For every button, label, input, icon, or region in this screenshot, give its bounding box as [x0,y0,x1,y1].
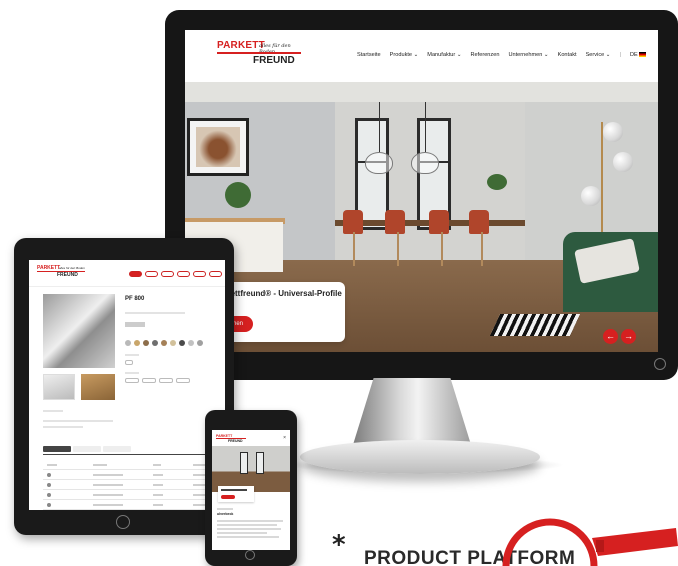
product-image[interactable] [43,294,115,368]
tablet-nav-item[interactable] [177,271,190,277]
tablet-device: PARKETT alles für den Boden FREUND PF 80… [14,238,234,535]
monitor-stand [352,378,472,448]
color-swatch[interactable] [197,340,203,346]
phone-screen: PARKETT FREUND × ulverbeck [212,430,290,550]
chevron-down-icon: ⌄ [456,52,462,58]
color-swatches [125,340,203,346]
tab-item[interactable] [103,446,131,452]
tablet-nav-item[interactable] [161,271,174,277]
color-swatch[interactable] [143,340,149,346]
table-row[interactable] [43,500,215,510]
size-option[interactable] [159,378,173,383]
product-thumbnail[interactable] [81,374,115,400]
slider-prev-button[interactable]: ← [603,329,618,344]
monitor-stand-base [300,440,540,474]
site-logo[interactable]: PARKETT alles für den Boden FREUND [217,40,301,72]
power-icon [654,358,666,370]
color-swatch[interactable] [170,340,176,346]
close-icon[interactable]: × [283,435,286,441]
product-title: PF 800 [125,296,145,302]
color-swatch[interactable] [134,340,140,346]
nav-item-produkte[interactable]: Produkte ⌄ [390,52,419,58]
table-row[interactable] [43,490,215,500]
phone-section-title: ulverbeck [217,512,234,516]
nav-separator: | [619,52,621,58]
nav-item-referenzen[interactable]: Referenzen [471,52,500,58]
home-button-icon [245,550,255,560]
tab-item[interactable] [43,446,71,452]
wall-picture-image [187,118,249,176]
language-switcher[interactable]: DE [630,52,647,58]
size-option[interactable] [125,378,139,383]
table-row[interactable] [43,480,215,490]
tablet-screen: PARKETT alles für den Boden FREUND PF 80… [29,260,225,510]
nav-item-unternehmen[interactable]: Unternehmen ⌄ [508,52,548,58]
hero-slider: rkettfreund® - Universal-Profile ansehen… [185,82,658,352]
main-nav: Startseite Produkte ⌄ Manufaktur ⌄ Refer… [357,52,647,58]
hero-title: rkettfreund® - Universal-Profile [223,289,342,298]
plant-image [225,182,251,208]
color-swatch[interactable] [161,340,167,346]
product-variants-table [43,460,215,510]
color-swatch[interactable] [152,340,158,346]
chevron-down-icon: ⌄ [605,52,611,58]
home-button-icon [116,515,130,529]
tablet-nav-item[interactable] [129,271,142,277]
chevron-down-icon: ⌄ [543,52,549,58]
german-flag-icon [639,52,647,58]
chevron-down-icon: ⌄ [413,52,419,58]
tablet-logo[interactable]: PARKETT alles für den Boden FREUND [37,265,85,281]
table-header-row [43,460,215,470]
monitor-screen: PARKETT alles für den Boden FREUND Start… [185,30,658,352]
magnifier-icon [502,518,678,566]
rug-image [489,314,581,336]
tab-item[interactable] [73,446,101,452]
product-tabs [43,446,131,452]
site-header: PARKETT alles für den Boden FREUND Start… [185,30,658,82]
color-swatch[interactable] [125,340,131,346]
plant-image [487,174,507,190]
product-thumbnail[interactable] [43,374,75,400]
size-option[interactable] [176,378,190,383]
table-row[interactable] [43,470,215,480]
color-swatch[interactable] [188,340,194,346]
phone-device: PARKETT FREUND × ulverbeck [205,410,297,566]
logo-text-bottom: FREUND [253,55,295,66]
pendant-lamp-image [411,152,439,174]
nav-item-service[interactable]: Service ⌄ [586,52,611,58]
size-option[interactable] [142,378,156,383]
hero-image-ceiling [185,82,658,102]
nav-item-startseite[interactable]: Startseite [357,52,381,58]
phone-logo[interactable]: PARKETT FREUND [216,434,246,444]
tablet-nav [129,271,222,277]
tablet-nav-item[interactable] [145,271,158,277]
phone-hero-card [218,486,254,502]
tablet-nav-item[interactable] [209,271,222,277]
nav-item-manufaktur[interactable]: Manufaktur ⌄ [427,52,461,58]
slider-next-button[interactable]: → [621,329,636,344]
phone-cta-button[interactable] [221,495,235,499]
nav-item-kontakt[interactable]: Kontakt [558,52,577,58]
color-swatch[interactable] [179,340,185,346]
desktop-monitor: PARKETT alles für den Boden FREUND Start… [165,10,678,380]
tablet-nav-item[interactable] [193,271,206,277]
asterisk-mark: * [332,530,346,560]
length-option[interactable] [125,360,133,365]
pendant-lamp-image [365,152,393,174]
logo-divider [217,52,301,54]
